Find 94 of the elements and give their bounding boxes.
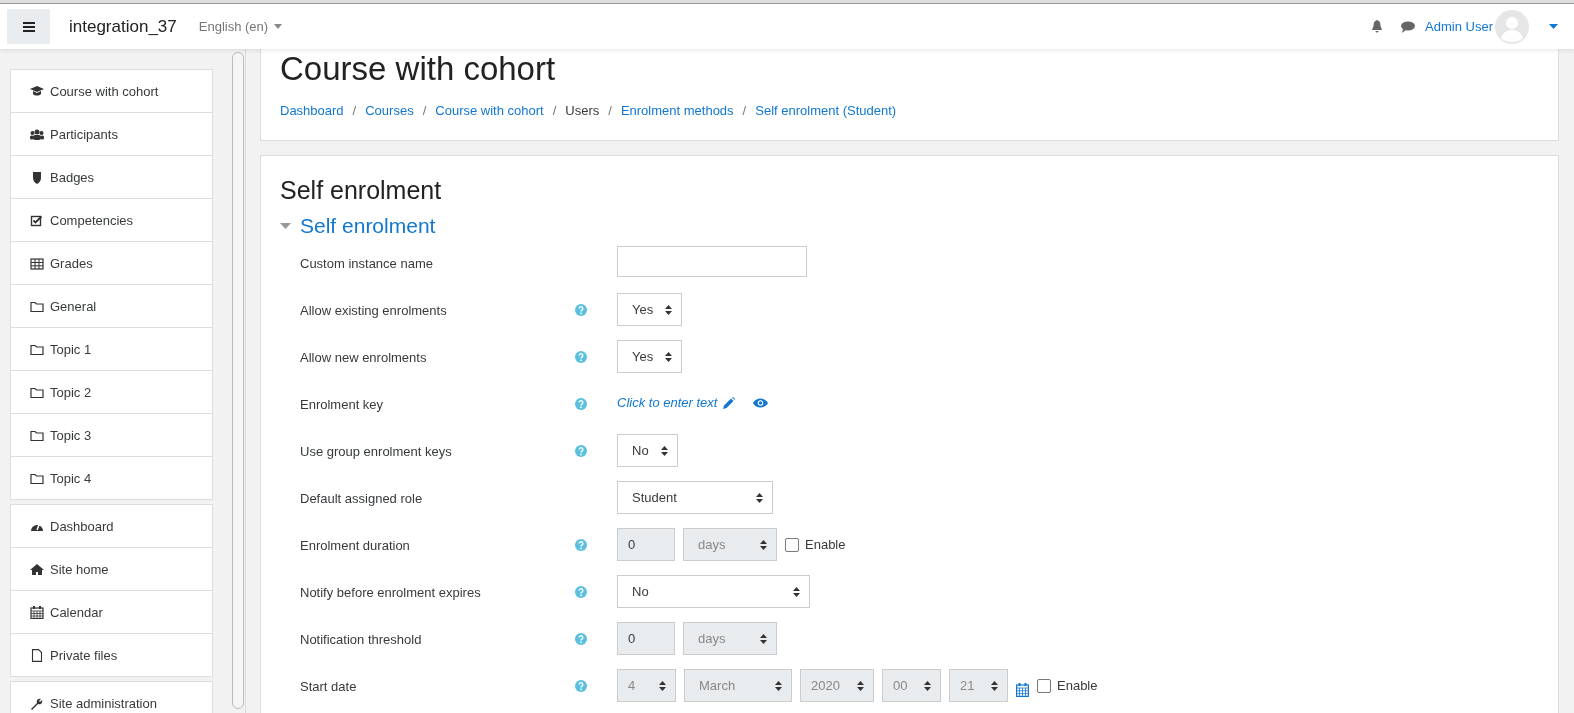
nav-item[interactable]: Dashboard — [11, 505, 212, 548]
site-name[interactable]: integration_37 — [69, 16, 177, 37]
select-field[interactable]: No — [617, 575, 810, 608]
select-field[interactable]: No — [617, 434, 678, 467]
bell-icon[interactable] — [1371, 20, 1384, 33]
user-name[interactable]: Admin User — [1425, 19, 1493, 34]
language-menu[interactable]: English (en) — [198, 19, 283, 34]
nav-item[interactable]: Topic 4 — [11, 457, 212, 499]
home-icon — [30, 562, 44, 576]
nav-item[interactable]: Competencies — [11, 199, 212, 242]
nav-item[interactable]: General — [11, 285, 212, 328]
select-field[interactable]: Yes — [617, 293, 683, 326]
nav-item[interactable]: Topic 3 — [11, 414, 212, 457]
caret-icon — [274, 24, 283, 29]
field-label: Start date — [300, 678, 358, 694]
folder-icon — [30, 428, 44, 442]
breadcrumb-link[interactable]: Dashboard — [280, 103, 344, 118]
breadcrumb-link[interactable]: Course with cohort — [435, 103, 544, 118]
nav-item[interactable]: Site administration — [11, 682, 212, 713]
help-icon[interactable] — [575, 351, 587, 363]
breadcrumb-link[interactable]: Enrolment methods — [620, 103, 734, 118]
sort-arrows-icon — [756, 492, 763, 503]
breadcrumb-separator: / — [422, 103, 427, 118]
shield-icon — [30, 170, 44, 184]
scrollbar[interactable] — [232, 52, 244, 709]
folder-icon — [30, 385, 44, 399]
checkbox-label: Enable — [1057, 678, 1098, 693]
breadcrumb-separator: / — [352, 103, 357, 118]
breadcrumb-separator: / — [742, 103, 747, 118]
pencil-icon[interactable] — [723, 396, 736, 409]
help-icon[interactable] — [575, 304, 587, 316]
nav-item[interactable]: Topic 2 — [11, 371, 212, 414]
sort-arrows-icon — [857, 680, 864, 691]
avatar-icon[interactable] — [1495, 9, 1529, 44]
sort-arrows-icon — [659, 680, 666, 691]
file-icon — [30, 648, 44, 662]
cal-icon — [30, 605, 44, 619]
caret-icon — [280, 222, 291, 230]
page-title: Course with cohort — [280, 49, 557, 89]
help-icon[interactable] — [575, 586, 587, 598]
eye-icon[interactable] — [753, 397, 769, 408]
caret-icon[interactable] — [1549, 24, 1558, 29]
nav-item[interactable]: Course with cohort — [11, 70, 212, 113]
field-label: Enrolment duration — [300, 537, 411, 553]
sort-arrows-icon — [665, 351, 673, 362]
breadcrumb-item: Users — [565, 103, 600, 118]
breadcrumb-link[interactable]: Self enrolment (Student) — [755, 103, 897, 118]
calendar-icon[interactable] — [1016, 682, 1029, 697]
field-label: Notification threshold — [300, 631, 423, 647]
field-label: Enrolment key — [300, 396, 385, 412]
menu-button[interactable] — [7, 9, 50, 44]
sort-arrows-icon — [660, 445, 668, 456]
nav-item[interactable]: Grades — [11, 242, 212, 285]
sort-arrows-icon — [760, 539, 767, 550]
cap-icon — [30, 84, 44, 98]
sort-arrows-icon — [991, 680, 998, 691]
select-field[interactable]: Yes — [617, 340, 683, 373]
field-label: Default assigned role — [300, 490, 424, 506]
nav-item[interactable]: Topic 1 — [11, 328, 212, 371]
nav-item[interactable]: Participants — [11, 113, 212, 156]
folder-icon — [30, 471, 44, 485]
folder-icon — [30, 299, 44, 313]
field-label: Allow new enrolments — [300, 349, 428, 365]
check-icon — [30, 213, 44, 227]
sort-arrows-icon — [775, 680, 782, 691]
edit-link[interactable]: Click to enter text — [617, 395, 718, 410]
folder-icon — [30, 342, 44, 356]
breadcrumb-link[interactable]: Courses — [365, 103, 414, 118]
sort-arrows-icon — [665, 304, 673, 315]
sort-arrows-icon — [760, 633, 767, 644]
field-label: Notify before enrolment expires — [300, 584, 482, 600]
wrench-icon — [30, 696, 44, 710]
sort-arrows-icon — [793, 586, 800, 597]
field-label: Use group enrolment keys — [300, 443, 453, 459]
breadcrumb-separator: / — [608, 103, 612, 118]
field-label: Custom instance name — [300, 255, 434, 271]
help-icon[interactable] — [575, 445, 587, 457]
menu-icon — [22, 21, 35, 32]
nav-item[interactable]: Site home — [11, 548, 212, 591]
form-title: Self enrolment — [280, 175, 443, 206]
nav-item[interactable]: Badges — [11, 156, 212, 199]
grid-icon — [30, 256, 44, 270]
section-header[interactable]: Self enrolment — [280, 214, 1539, 238]
nav-item[interactable]: Calendar — [11, 591, 212, 634]
field-label: Allow existing enrolments — [300, 302, 448, 318]
help-icon[interactable] — [575, 398, 587, 410]
breadcrumb-separator: / — [552, 103, 557, 118]
sort-arrows-icon — [924, 680, 931, 691]
users-icon — [30, 127, 44, 141]
select-field[interactable]: Student — [617, 481, 773, 514]
text-field[interactable] — [617, 246, 807, 277]
chat-icon[interactable] — [1401, 20, 1416, 33]
nav-item[interactable]: Private files — [11, 634, 212, 676]
checkbox-label: Enable — [805, 537, 846, 552]
